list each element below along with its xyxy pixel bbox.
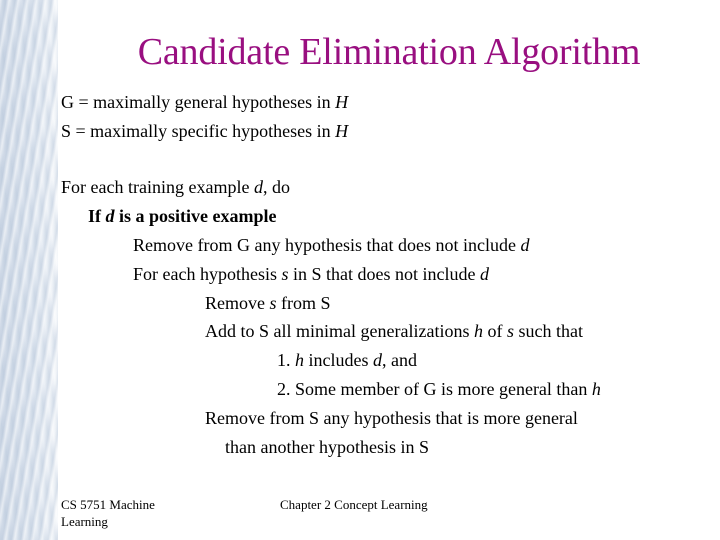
line-text: , and	[382, 350, 417, 370]
line-text: For each training example	[61, 177, 254, 197]
step-remove-s: Remove s from S	[205, 292, 331, 314]
step-remove-more-general-cont: than another hypothesis in S	[225, 436, 429, 458]
line-variable: h	[473, 321, 483, 341]
line-variable: s	[269, 293, 277, 313]
line-text: is a positive example	[114, 206, 277, 226]
line-text: Remove	[205, 293, 270, 313]
step-remove-from-g: Remove from G any hypothesis that does n…	[133, 234, 529, 256]
positive-example-condition: If d is a positive example	[88, 205, 277, 227]
line-variable: d	[253, 177, 263, 197]
footer-chapter: Chapter 2 Concept Learning	[280, 497, 428, 512]
line-text: 1.	[277, 350, 295, 370]
decorative-side-strip	[0, 0, 58, 540]
line-text: of	[482, 321, 507, 341]
line-variable: h	[295, 350, 304, 370]
line-text: than another hypothesis in S	[225, 437, 429, 457]
line-text: in S that does not include	[288, 264, 480, 284]
line-variable: h	[591, 379, 601, 399]
line-text: S = maximally specific hypotheses in	[61, 121, 336, 141]
line-variable: s	[281, 264, 289, 284]
slide-title: Candidate Elimination Algorithm	[137, 31, 641, 73]
line-variable: d	[520, 235, 530, 255]
condition-2: 2. Some member of G is more general than…	[277, 378, 601, 400]
line-text: For each hypothesis	[133, 264, 282, 284]
line-variable: d	[373, 350, 382, 370]
line-variable: H	[335, 121, 349, 141]
step-remove-more-general: Remove from S any hypothesis that is mor…	[205, 407, 578, 429]
line-text: from S	[276, 293, 331, 313]
step-for-each-s: For each hypothesis s in S that does not…	[133, 263, 489, 285]
line-text: If	[88, 206, 106, 226]
line-variable: d	[105, 206, 115, 226]
line-text: Remove from S any hypothesis that is mor…	[205, 408, 578, 428]
line-variable: s	[506, 321, 514, 341]
step-add-generalizations: Add to S all minimal generalizations h o…	[205, 320, 583, 342]
footer-course: CS 5751 Machine Learning	[61, 497, 155, 529]
line-text: G = maximally general hypotheses in	[61, 92, 336, 112]
definition-g: G = maximally general hypotheses in H	[61, 91, 348, 113]
line-text: Add to S all minimal generalizations	[205, 321, 474, 341]
condition-1: 1. h includes d, and	[277, 349, 417, 371]
line-text: , do	[262, 177, 290, 197]
loop-header: For each training example d, do	[61, 176, 290, 198]
line-text: Remove from G any hypothesis that does n…	[133, 235, 521, 255]
line-text: 2. Some member of G is more general than	[277, 379, 592, 399]
line-variable: H	[335, 92, 349, 112]
line-variable: d	[479, 264, 489, 284]
line-text: such that	[513, 321, 583, 341]
line-text: includes	[304, 350, 373, 370]
definition-s: S = maximally specific hypotheses in H	[61, 120, 348, 142]
